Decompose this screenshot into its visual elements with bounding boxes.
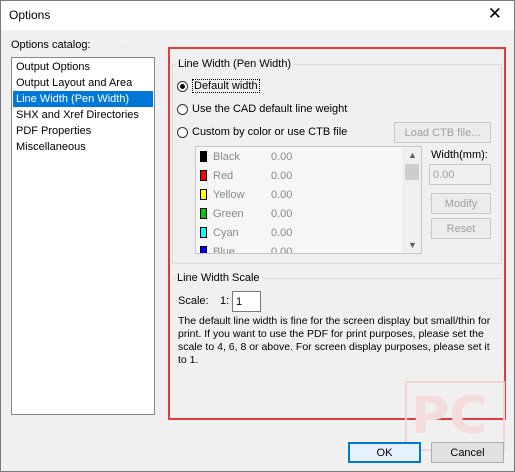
window-title: Options: [9, 8, 51, 22]
catalog-item-output-layout[interactable]: Output Layout and Area: [13, 75, 153, 91]
ok-button[interactable]: OK: [348, 442, 421, 463]
catalog-item-pdf-properties[interactable]: PDF Properties: [13, 123, 153, 139]
catalog-item-output-options[interactable]: Output Options: [13, 59, 153, 75]
catalog-list[interactable]: Output Options Output Layout and Area Li…: [11, 57, 155, 415]
catalog-item-miscellaneous[interactable]: Miscellaneous: [13, 139, 153, 155]
catalog-item-shx-xref[interactable]: SHX and Xref Directories: [13, 107, 153, 123]
cancel-button[interactable]: Cancel: [431, 442, 504, 463]
title-bar: Options ✕: [1, 1, 514, 30]
options-dialog: Options ✕ PC Options catalog: Output Opt…: [0, 0, 515, 472]
close-icon[interactable]: ✕: [488, 4, 502, 24]
catalog-item-line-width[interactable]: Line Width (Pen Width): [13, 91, 153, 107]
catalog-label: Options catalog:: [11, 39, 91, 51]
highlight-box: [168, 47, 506, 420]
